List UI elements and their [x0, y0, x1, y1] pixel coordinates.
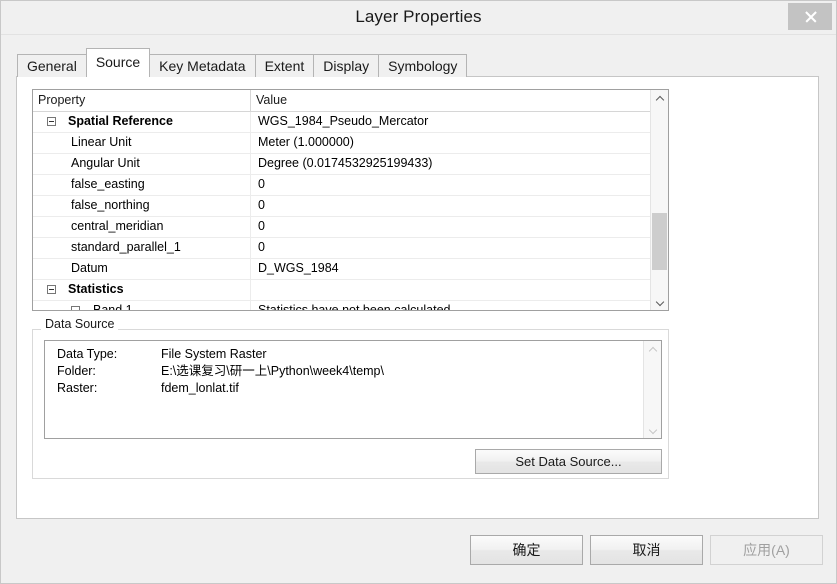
data-source-field: Data Type: File System Raster: [57, 346, 384, 363]
tab-display[interactable]: Display: [313, 54, 380, 77]
data-source-field: Folder: E:\选课复习\研一上\Python\week4\temp\: [57, 363, 384, 380]
table-row[interactable]: central_meridian 0: [33, 217, 668, 238]
property-grid-body: Spatial Reference WGS_1984_Pseudo_Mercato…: [33, 112, 668, 311]
scroll-down-icon[interactable]: [644, 421, 661, 438]
table-row[interactable]: Band 1 Statistics have not been calculate…: [33, 301, 668, 311]
tab-bar: General Source Key Metadata Extent Displ…: [17, 48, 468, 77]
table-row[interactable]: Datum D_WGS_1984: [33, 259, 668, 280]
table-row[interactable]: false_easting 0: [33, 175, 668, 196]
chevron-down-glyph: [649, 426, 657, 434]
value-cell: D_WGS_1984: [258, 261, 339, 275]
scroll-down-icon[interactable]: [651, 293, 668, 310]
property-label: standard_parallel_1: [71, 240, 181, 254]
table-row[interactable]: Linear Unit Meter (1.000000): [33, 133, 668, 154]
value-cell: Meter (1.000000): [258, 135, 354, 149]
value-cell: 0: [258, 177, 265, 191]
data-source-field-key: Raster:: [57, 381, 98, 395]
tab-extent[interactable]: Extent: [254, 54, 315, 77]
apply-button: 应用(A): [710, 535, 823, 565]
value-cell: 0: [258, 219, 265, 233]
tab-general[interactable]: General: [17, 54, 87, 77]
data-source-textbox[interactable]: Data Type: File System Raster Folder: E:\选课…: [44, 340, 662, 439]
property-label: Datum: [71, 261, 108, 275]
property-cell: Spatial Reference: [33, 112, 251, 132]
property-cell: Statistics: [33, 280, 251, 300]
page-title: Layer Properties: [355, 7, 482, 26]
close-icon[interactable]: [788, 3, 832, 30]
value-cell: WGS_1984_Pseudo_Mercator: [258, 114, 429, 128]
data-source-scrollbar[interactable]: [643, 341, 661, 438]
data-source-field: Raster: fdem_lonlat.tif: [57, 380, 384, 397]
tab-source[interactable]: Source: [85, 48, 151, 77]
set-data-source-button[interactable]: Set Data Source...: [475, 449, 662, 474]
data-source-fields: Data Type: File System Raster Folder: E:\选课…: [57, 346, 384, 397]
property-label: central_meridian: [71, 219, 164, 233]
tab-symbology[interactable]: Symbology: [378, 54, 468, 77]
data-source-field-key: Folder:: [57, 364, 96, 378]
collapse-expander-icon[interactable]: [71, 306, 80, 310]
data-source-legend: Data Source: [41, 317, 119, 331]
ok-button[interactable]: 确定: [470, 535, 583, 565]
property-label: Angular Unit: [71, 156, 140, 170]
property-grid-scrollbar[interactable]: [650, 90, 668, 310]
property-label: Band 1: [93, 303, 133, 311]
property-cell: Angular Unit: [33, 154, 251, 174]
collapse-expander-icon[interactable]: [47, 117, 56, 126]
column-header-value[interactable]: Value: [251, 90, 668, 111]
property-label: Spatial Reference: [68, 114, 173, 128]
property-cell: false_easting: [33, 175, 251, 195]
property-cell: Linear Unit: [33, 133, 251, 153]
value-cell: Statistics have not been calculated.: [258, 303, 454, 311]
property-grid-header: Property Value: [33, 90, 668, 112]
cancel-button[interactable]: 取消: [590, 535, 703, 565]
property-cell: central_meridian: [33, 217, 251, 237]
table-row[interactable]: Angular Unit Degree (0.0174532925199433): [33, 154, 668, 175]
value-cell: 0: [258, 240, 265, 254]
data-source-field-value: fdem_lonlat.tif: [161, 381, 239, 395]
property-label: Linear Unit: [71, 135, 132, 149]
property-cell: false_northing: [33, 196, 251, 216]
property-grid: Property Value Spatial Reference WGS_1984…: [32, 89, 669, 311]
value-cell: [251, 280, 668, 300]
scroll-up-icon[interactable]: [651, 90, 668, 107]
data-source-field-value: File System Raster: [161, 347, 267, 361]
chevron-up-glyph: [656, 95, 664, 103]
collapse-expander-icon[interactable]: [47, 285, 56, 294]
table-row[interactable]: false_northing 0: [33, 196, 668, 217]
column-header-property[interactable]: Property: [33, 90, 251, 111]
property-cell: Datum: [33, 259, 251, 279]
close-glyph: [804, 10, 817, 23]
table-row[interactable]: Statistics: [33, 280, 668, 301]
data-source-field-value: E:\选课复习\研一上\Python\week4\temp\: [161, 364, 384, 378]
chevron-up-glyph: [649, 346, 657, 354]
property-cell: standard_parallel_1: [33, 238, 251, 258]
title-bar: Layer Properties: [1, 1, 836, 35]
scroll-up-icon[interactable]: [644, 341, 661, 358]
property-label: false_easting: [71, 177, 145, 191]
tab-key-metadata[interactable]: Key Metadata: [149, 54, 256, 77]
table-row[interactable]: standard_parallel_1 0: [33, 238, 668, 259]
chevron-down-glyph: [656, 298, 664, 306]
value-cell: 0: [258, 198, 265, 212]
property-label: false_northing: [71, 198, 150, 212]
property-label: Statistics: [68, 282, 124, 296]
layer-properties-dialog: Layer Properties General Source Key Meta…: [0, 0, 837, 584]
table-row[interactable]: Spatial Reference WGS_1984_Pseudo_Mercato…: [33, 112, 668, 133]
data-source-field-key: Data Type:: [57, 347, 118, 361]
value-cell: Degree (0.0174532925199433): [258, 156, 433, 170]
property-cell: Band 1: [33, 301, 251, 311]
scrollbar-thumb[interactable]: [652, 213, 667, 271]
